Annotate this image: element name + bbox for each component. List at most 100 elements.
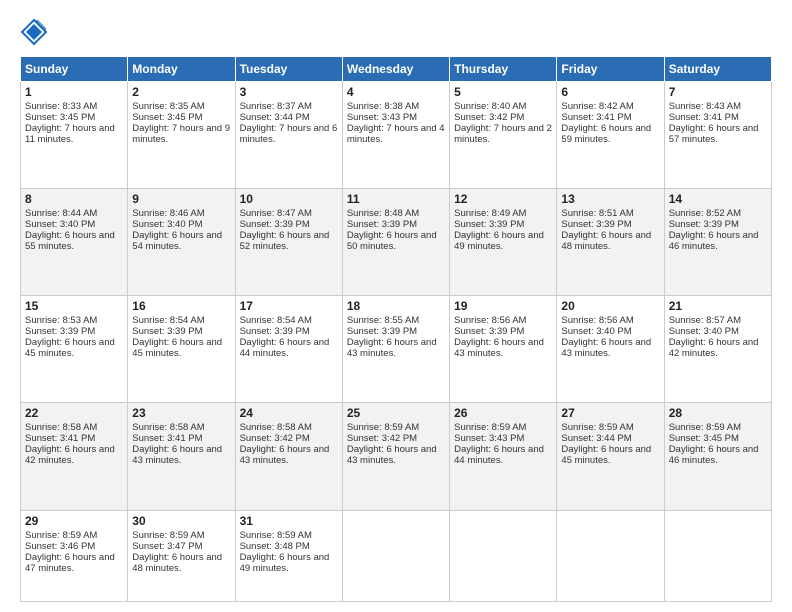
daylight-text: Daylight: 6 hours and 43 minutes. — [454, 337, 544, 359]
day-number: 10 — [240, 192, 338, 206]
daylight-text: Daylight: 7 hours and 4 minutes. — [347, 123, 445, 145]
table-row: 7 Sunrise: 8:43 AM Sunset: 3:41 PM Dayli… — [664, 82, 771, 189]
logo — [20, 18, 52, 46]
sunrise-text: Sunrise: 8:53 AM — [25, 315, 97, 326]
day-number: 23 — [132, 406, 230, 420]
daylight-text: Daylight: 6 hours and 59 minutes. — [561, 123, 651, 145]
sunrise-text: Sunrise: 8:58 AM — [25, 422, 97, 433]
table-row: 11 Sunrise: 8:48 AM Sunset: 3:39 PM Dayl… — [342, 189, 449, 296]
daylight-text: Daylight: 6 hours and 44 minutes. — [240, 337, 330, 359]
day-number: 19 — [454, 299, 552, 313]
col-thursday: Thursday — [450, 57, 557, 82]
table-row: 13 Sunrise: 8:51 AM Sunset: 3:39 PM Dayl… — [557, 189, 664, 296]
sunrise-text: Sunrise: 8:59 AM — [25, 530, 97, 541]
daylight-text: Daylight: 7 hours and 2 minutes. — [454, 123, 552, 145]
table-row: 31 Sunrise: 8:59 AM Sunset: 3:48 PM Dayl… — [235, 510, 342, 602]
col-monday: Monday — [128, 57, 235, 82]
sunset-text: Sunset: 3:44 PM — [240, 112, 310, 123]
day-number: 14 — [669, 192, 767, 206]
daylight-text: Daylight: 7 hours and 6 minutes. — [240, 123, 338, 145]
sunset-text: Sunset: 3:39 PM — [669, 219, 739, 230]
sunset-text: Sunset: 3:40 PM — [669, 326, 739, 337]
calendar-header-row: Sunday Monday Tuesday Wednesday Thursday… — [21, 57, 772, 82]
sunrise-text: Sunrise: 8:59 AM — [347, 422, 419, 433]
sunrise-text: Sunrise: 8:56 AM — [454, 315, 526, 326]
table-row — [557, 510, 664, 602]
sunrise-text: Sunrise: 8:40 AM — [454, 101, 526, 112]
sunrise-text: Sunrise: 8:59 AM — [669, 422, 741, 433]
table-row: 22 Sunrise: 8:58 AM Sunset: 3:41 PM Dayl… — [21, 403, 128, 510]
sunset-text: Sunset: 3:41 PM — [25, 433, 95, 444]
day-number: 12 — [454, 192, 552, 206]
col-wednesday: Wednesday — [342, 57, 449, 82]
table-row: 4 Sunrise: 8:38 AM Sunset: 3:43 PM Dayli… — [342, 82, 449, 189]
daylight-text: Daylight: 6 hours and 48 minutes. — [132, 552, 222, 574]
day-number: 18 — [347, 299, 445, 313]
daylight-text: Daylight: 6 hours and 43 minutes. — [347, 337, 437, 359]
sunset-text: Sunset: 3:43 PM — [347, 112, 417, 123]
day-number: 16 — [132, 299, 230, 313]
table-row: 12 Sunrise: 8:49 AM Sunset: 3:39 PM Dayl… — [450, 189, 557, 296]
table-row — [664, 510, 771, 602]
table-row: 6 Sunrise: 8:42 AM Sunset: 3:41 PM Dayli… — [557, 82, 664, 189]
day-number: 17 — [240, 299, 338, 313]
sunset-text: Sunset: 3:43 PM — [454, 433, 524, 444]
sunset-text: Sunset: 3:40 PM — [25, 219, 95, 230]
sunrise-text: Sunrise: 8:54 AM — [132, 315, 204, 326]
sunrise-text: Sunrise: 8:38 AM — [347, 101, 419, 112]
table-row: 14 Sunrise: 8:52 AM Sunset: 3:39 PM Dayl… — [664, 189, 771, 296]
daylight-text: Daylight: 6 hours and 44 minutes. — [454, 444, 544, 466]
sunrise-text: Sunrise: 8:57 AM — [669, 315, 741, 326]
day-number: 11 — [347, 192, 445, 206]
sunrise-text: Sunrise: 8:55 AM — [347, 315, 419, 326]
table-row: 8 Sunrise: 8:44 AM Sunset: 3:40 PM Dayli… — [21, 189, 128, 296]
calendar-week-row: 15 Sunrise: 8:53 AM Sunset: 3:39 PM Dayl… — [21, 296, 772, 403]
table-row: 30 Sunrise: 8:59 AM Sunset: 3:47 PM Dayl… — [128, 510, 235, 602]
sunrise-text: Sunrise: 8:44 AM — [25, 208, 97, 219]
daylight-text: Daylight: 6 hours and 45 minutes. — [561, 444, 651, 466]
daylight-text: Daylight: 6 hours and 49 minutes. — [240, 552, 330, 574]
sunrise-text: Sunrise: 8:37 AM — [240, 101, 312, 112]
day-number: 28 — [669, 406, 767, 420]
calendar-week-row: 1 Sunrise: 8:33 AM Sunset: 3:45 PM Dayli… — [21, 82, 772, 189]
daylight-text: Daylight: 6 hours and 45 minutes. — [25, 337, 115, 359]
col-sunday: Sunday — [21, 57, 128, 82]
sunrise-text: Sunrise: 8:46 AM — [132, 208, 204, 219]
day-number: 13 — [561, 192, 659, 206]
sunset-text: Sunset: 3:39 PM — [25, 326, 95, 337]
day-number: 22 — [25, 406, 123, 420]
day-number: 7 — [669, 85, 767, 99]
daylight-text: Daylight: 6 hours and 57 minutes. — [669, 123, 759, 145]
table-row: 5 Sunrise: 8:40 AM Sunset: 3:42 PM Dayli… — [450, 82, 557, 189]
daylight-text: Daylight: 6 hours and 42 minutes. — [669, 337, 759, 359]
day-number: 2 — [132, 85, 230, 99]
daylight-text: Daylight: 6 hours and 52 minutes. — [240, 230, 330, 252]
daylight-text: Daylight: 6 hours and 46 minutes. — [669, 230, 759, 252]
daylight-text: Daylight: 6 hours and 54 minutes. — [132, 230, 222, 252]
calendar-week-row: 29 Sunrise: 8:59 AM Sunset: 3:46 PM Dayl… — [21, 510, 772, 602]
sunrise-text: Sunrise: 8:59 AM — [561, 422, 633, 433]
sunrise-text: Sunrise: 8:35 AM — [132, 101, 204, 112]
sunrise-text: Sunrise: 8:59 AM — [240, 530, 312, 541]
sunrise-text: Sunrise: 8:33 AM — [25, 101, 97, 112]
table-row — [342, 510, 449, 602]
table-row: 26 Sunrise: 8:59 AM Sunset: 3:43 PM Dayl… — [450, 403, 557, 510]
sunset-text: Sunset: 3:39 PM — [561, 219, 631, 230]
day-number: 1 — [25, 85, 123, 99]
sunset-text: Sunset: 3:39 PM — [454, 219, 524, 230]
sunset-text: Sunset: 3:39 PM — [240, 219, 310, 230]
sunset-text: Sunset: 3:40 PM — [132, 219, 202, 230]
sunrise-text: Sunrise: 8:56 AM — [561, 315, 633, 326]
day-number: 31 — [240, 514, 338, 528]
table-row: 16 Sunrise: 8:54 AM Sunset: 3:39 PM Dayl… — [128, 296, 235, 403]
daylight-text: Daylight: 7 hours and 11 minutes. — [25, 123, 115, 145]
day-number: 30 — [132, 514, 230, 528]
day-number: 8 — [25, 192, 123, 206]
sunrise-text: Sunrise: 8:59 AM — [132, 530, 204, 541]
daylight-text: Daylight: 6 hours and 43 minutes. — [132, 444, 222, 466]
day-number: 25 — [347, 406, 445, 420]
daylight-text: Daylight: 6 hours and 48 minutes. — [561, 230, 651, 252]
sunset-text: Sunset: 3:41 PM — [132, 433, 202, 444]
sunset-text: Sunset: 3:45 PM — [25, 112, 95, 123]
daylight-text: Daylight: 6 hours and 43 minutes. — [561, 337, 651, 359]
